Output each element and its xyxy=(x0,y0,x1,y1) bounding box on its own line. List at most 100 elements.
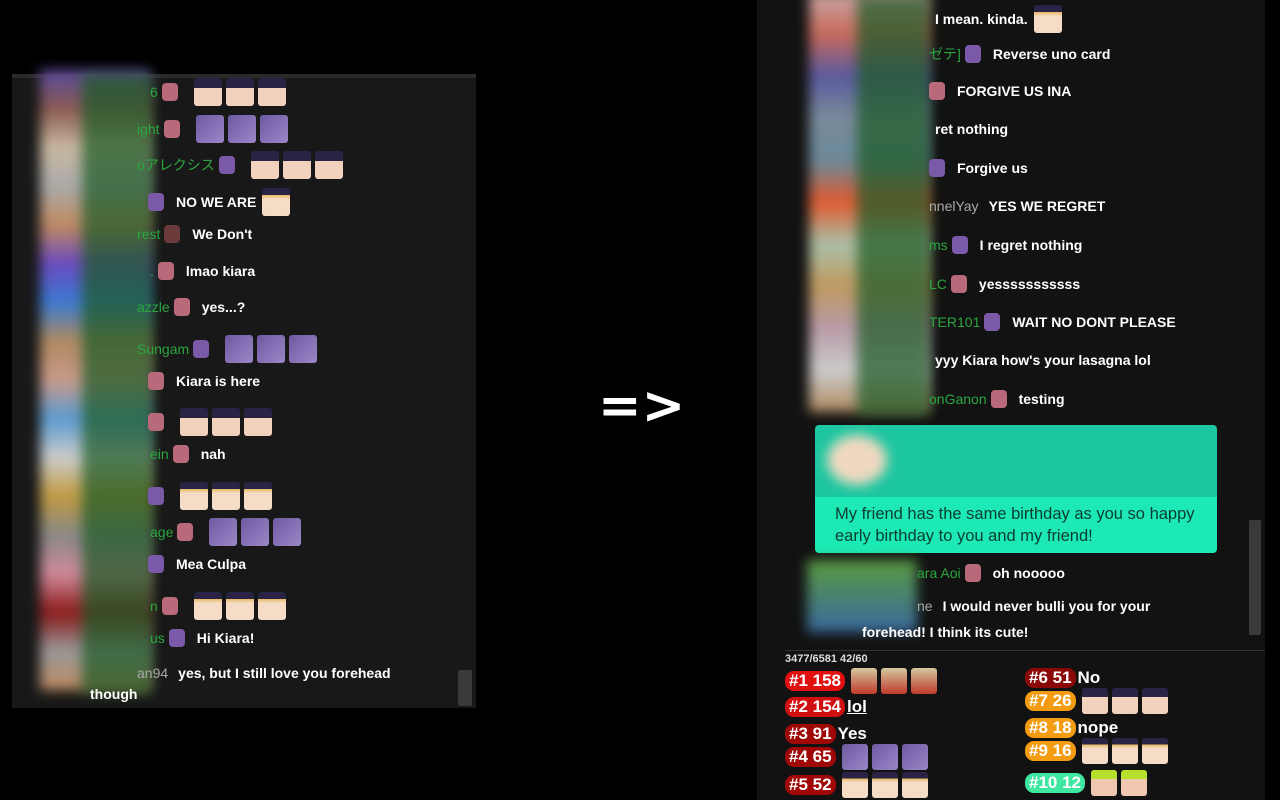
wrapped-text: though xyxy=(90,686,138,702)
member-badge-icon xyxy=(929,159,945,177)
rank-text: No xyxy=(1077,668,1101,687)
member-badge-icon xyxy=(964,564,981,582)
chat-message: ms I regret nothing xyxy=(929,236,1084,254)
message-text: yes...? xyxy=(201,299,246,316)
message-text: I regret nothing xyxy=(979,237,1083,253)
author-name[interactable]: n xyxy=(150,598,158,614)
member-badge-icon xyxy=(951,236,968,254)
emote-icon xyxy=(881,668,907,694)
member-badge-icon xyxy=(161,596,178,615)
author-name[interactable]: onGanon xyxy=(929,391,987,407)
emote-icon xyxy=(901,744,928,770)
emote-icon xyxy=(227,114,256,143)
emote-icon xyxy=(180,408,208,437)
author-name[interactable]: ight xyxy=(137,121,160,137)
emote-icon xyxy=(244,481,272,510)
rank-text: Yes xyxy=(837,724,867,743)
emote-icon xyxy=(257,591,286,620)
message-text: NO WE ARE xyxy=(176,194,257,211)
divider xyxy=(785,650,1265,651)
author-name[interactable]: ein xyxy=(150,446,169,462)
message-text: Forgive us xyxy=(957,160,1028,176)
emote-icon xyxy=(195,114,224,143)
rank-pill: #6 51 xyxy=(1025,668,1076,688)
chat-message: Forgive us xyxy=(929,159,1030,177)
superchat-message: My friend has the same birthday as you s… xyxy=(815,497,1217,553)
author-name[interactable]: Sungam xyxy=(137,341,189,357)
author-name[interactable]: LC xyxy=(929,276,947,292)
emote-icon xyxy=(851,668,877,694)
author-name[interactable]: an94 xyxy=(137,665,168,681)
message-text: ret nothing xyxy=(935,120,1009,137)
chat-message: an94 yes, but I still love you forehead xyxy=(137,665,393,681)
author-name[interactable]: nnelYay xyxy=(929,198,979,214)
author-name[interactable]: oアレクシス xyxy=(137,155,215,175)
author-name[interactable]: ゼテ] xyxy=(929,44,961,64)
rank-text: nope xyxy=(1077,718,1119,737)
chat-message: NO WE ARE xyxy=(148,188,291,217)
message-text: oh nooooo xyxy=(992,565,1065,581)
emote-icon xyxy=(259,114,288,143)
member-badge-icon xyxy=(164,224,181,243)
author-name[interactable]: azzle xyxy=(137,299,170,315)
emote-icon xyxy=(257,334,286,363)
member-badge-icon xyxy=(218,156,235,175)
author-name[interactable]: age xyxy=(150,524,173,540)
message-text: We Don't xyxy=(192,225,253,242)
emote-icon xyxy=(1081,688,1108,714)
rank-pill: #4 65 xyxy=(785,747,836,767)
member-badge-icon xyxy=(148,193,164,212)
emote-icon xyxy=(1111,688,1138,714)
arrow-text: => xyxy=(598,376,686,436)
names-blurred xyxy=(857,0,929,416)
superchat-avatar xyxy=(827,435,887,485)
emote-icon xyxy=(314,151,343,180)
ranking-item: #10 12 xyxy=(1025,770,1147,796)
author-name[interactable]: TER101 xyxy=(929,314,980,330)
message-text: Reverse uno card xyxy=(992,45,1111,62)
superchat-card: My friend has the same birthday as you s… xyxy=(815,425,1217,553)
message-text: I mean. kinda. xyxy=(935,11,1028,27)
chat-message: I mean. kinda. xyxy=(929,5,1062,33)
message-text: WAIT NO DONT PLEASE xyxy=(1012,314,1176,330)
emote-icon xyxy=(212,481,240,510)
author-name[interactable]: ms xyxy=(929,237,948,253)
emote-icon xyxy=(1091,770,1117,796)
scrollbar-thumb[interactable] xyxy=(458,670,472,706)
chat-message: n xyxy=(150,591,286,620)
ranking-item: #4 65 xyxy=(785,744,928,770)
emote-icon xyxy=(209,518,238,547)
emote-icon xyxy=(225,78,254,106)
author-name[interactable]: rest xyxy=(137,226,160,242)
message-text: I would never bulli you for your xyxy=(942,598,1151,614)
rank-pill: #1 158 xyxy=(785,671,845,691)
rank-pill: #8 18 xyxy=(1025,718,1076,738)
member-badge-icon xyxy=(172,445,189,463)
message-text: FORGIVE US INA xyxy=(957,83,1072,99)
member-badge-icon xyxy=(177,523,194,542)
author-name[interactable]: . xyxy=(150,263,154,279)
emote-icon xyxy=(193,78,222,106)
member-badge-icon xyxy=(964,44,981,63)
author-name[interactable]: ara Aoi xyxy=(917,565,961,581)
member-badge-icon xyxy=(148,413,164,432)
chat-message: ゼテ] Reverse uno card xyxy=(929,44,1112,64)
chat-message: nnelYay YES WE REGRET xyxy=(929,198,1107,214)
message-text: yyy Kiara how's your lasagna lol xyxy=(935,351,1151,368)
author-name[interactable]: us xyxy=(150,630,165,646)
member-badge-icon xyxy=(173,298,190,317)
emote-icon xyxy=(871,744,898,770)
emote-icon xyxy=(225,591,254,620)
scrollbar-thumb[interactable] xyxy=(1249,520,1261,635)
emote-icon xyxy=(250,151,279,180)
rank-pill: #3 91 xyxy=(785,724,836,744)
emote-icon xyxy=(1111,738,1138,764)
author-name[interactable]: ne xyxy=(917,598,933,614)
chat-message: yyy Kiara how's your lasagna lol xyxy=(929,352,1153,368)
emote-icon xyxy=(257,78,286,106)
chat-message: Mea Culpa xyxy=(148,555,248,574)
author-name[interactable]: 6 xyxy=(150,84,158,100)
member-badge-icon xyxy=(984,313,1001,331)
emote-icon xyxy=(1033,5,1062,33)
chat-message: LC yesssssssssss xyxy=(929,274,1082,293)
